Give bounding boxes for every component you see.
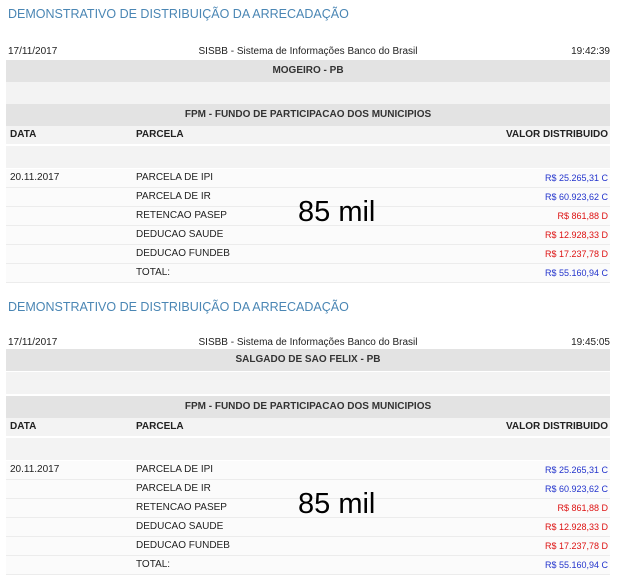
table-row-total: TOTAL: R$ 55.160,94 C — [6, 556, 610, 575]
column-valor: VALOR DISTRIBUIDO — [505, 421, 608, 432]
table-spacer — [6, 146, 610, 168]
table-header: DATA PARCELA VALOR DISTRIBUIDO — [6, 418, 610, 436]
column-parcela: PARCELA — [136, 129, 184, 140]
system-name: SISBB - Sistema de Informações Banco do … — [198, 46, 418, 57]
row-valor: R$ 17.237,78 D — [544, 249, 608, 259]
row-parcela: RETENCAO PASEP — [136, 502, 227, 513]
row-date: 20.11.2017 — [10, 172, 60, 183]
row-parcela: PARCELA DE IR — [136, 191, 211, 202]
report-mogeiro: DEMONSTRATIVO DE DISTRIBUIÇÃO DA ARRECAD… — [0, 4, 620, 294]
report-salgado-de-sao-felix: DEMONSTRATIVO DE DISTRIBUIÇÃO DA ARRECAD… — [0, 297, 620, 582]
table-row: DEDUCAO SAUDE R$ 12.928,33 D — [6, 518, 610, 537]
row-parcela: RETENCAO PASEP — [136, 210, 227, 221]
fund-bar: FPM - FUNDO DE PARTICIPACAO DOS MUNICIPI… — [6, 396, 610, 418]
row-valor: R$ 861,88 D — [557, 503, 608, 513]
row-parcela: DEDUCAO FUNDEB — [136, 248, 230, 259]
row-parcela: PARCELA DE IPI — [136, 464, 214, 475]
fund-bar: FPM - FUNDO DE PARTICIPACAO DOS MUNICIPI… — [6, 104, 610, 126]
row-parcela: DEDUCAO SAUDE — [136, 229, 224, 240]
report-time: 19:42:39 — [571, 46, 610, 57]
row-valor: R$ 60.923,62 C — [544, 192, 608, 202]
blank-bar — [6, 372, 610, 394]
row-parcela: TOTAL: — [136, 267, 171, 278]
table-header: DATA PARCELA VALOR DISTRIBUIDO — [6, 126, 610, 144]
report-meta: 17/11/2017 SISBB - Sistema de Informaçõe… — [6, 44, 610, 60]
handwritten-note: 85 mil — [298, 488, 376, 520]
table-row: 20.11.2017 PARCELA DE IPI R$ 25.265,31 C — [6, 461, 610, 480]
municipality-bar: MOGEIRO - PB — [6, 60, 610, 82]
column-data: DATA — [10, 129, 37, 140]
row-valor: R$ 60.923,62 C — [544, 484, 608, 494]
report-title: DEMONSTRATIVO DE DISTRIBUIÇÃO DA ARRECAD… — [8, 7, 349, 21]
row-valor: R$ 25.265,31 C — [544, 465, 608, 475]
table-row-total: TOTAL: R$ 55.160,94 C — [6, 264, 610, 283]
row-valor: R$ 861,88 D — [557, 211, 608, 221]
column-valor: VALOR DISTRIBUIDO — [505, 129, 608, 140]
table-spacer — [6, 438, 610, 460]
table-row: DEDUCAO SAUDE R$ 12.928,33 D — [6, 226, 610, 245]
table-row: 20.11.2017 PARCELA DE IPI R$ 25.265,31 C — [6, 169, 610, 188]
row-valor: R$ 25.265,31 C — [544, 173, 608, 183]
row-valor: R$ 17.237,78 D — [544, 541, 608, 551]
table-row: DEDUCAO FUNDEB R$ 17.237,78 D — [6, 537, 610, 556]
column-data: DATA — [10, 421, 37, 432]
row-date: 20.11.2017 — [10, 464, 60, 475]
handwritten-note: 85 mil — [298, 196, 376, 228]
table-row: DEDUCAO FUNDEB R$ 17.237,78 D — [6, 245, 610, 264]
row-valor: R$ 55.160,94 C — [544, 268, 608, 278]
municipality-bar: SALGADO DE SAO FELIX - PB — [6, 349, 610, 371]
row-parcela: DEDUCAO FUNDEB — [136, 540, 230, 551]
column-parcela: PARCELA — [136, 421, 184, 432]
row-valor: R$ 12.928,33 D — [544, 230, 608, 240]
row-parcela: DEDUCAO SAUDE — [136, 521, 224, 532]
row-parcela: PARCELA DE IPI — [136, 172, 214, 183]
row-valor: R$ 12.928,33 D — [544, 522, 608, 532]
row-parcela: TOTAL: — [136, 559, 171, 570]
row-valor: R$ 55.160,94 C — [544, 560, 608, 570]
blank-bar — [6, 82, 610, 104]
row-parcela: PARCELA DE IR — [136, 483, 211, 494]
report-title: DEMONSTRATIVO DE DISTRIBUIÇÃO DA ARRECAD… — [8, 300, 349, 314]
